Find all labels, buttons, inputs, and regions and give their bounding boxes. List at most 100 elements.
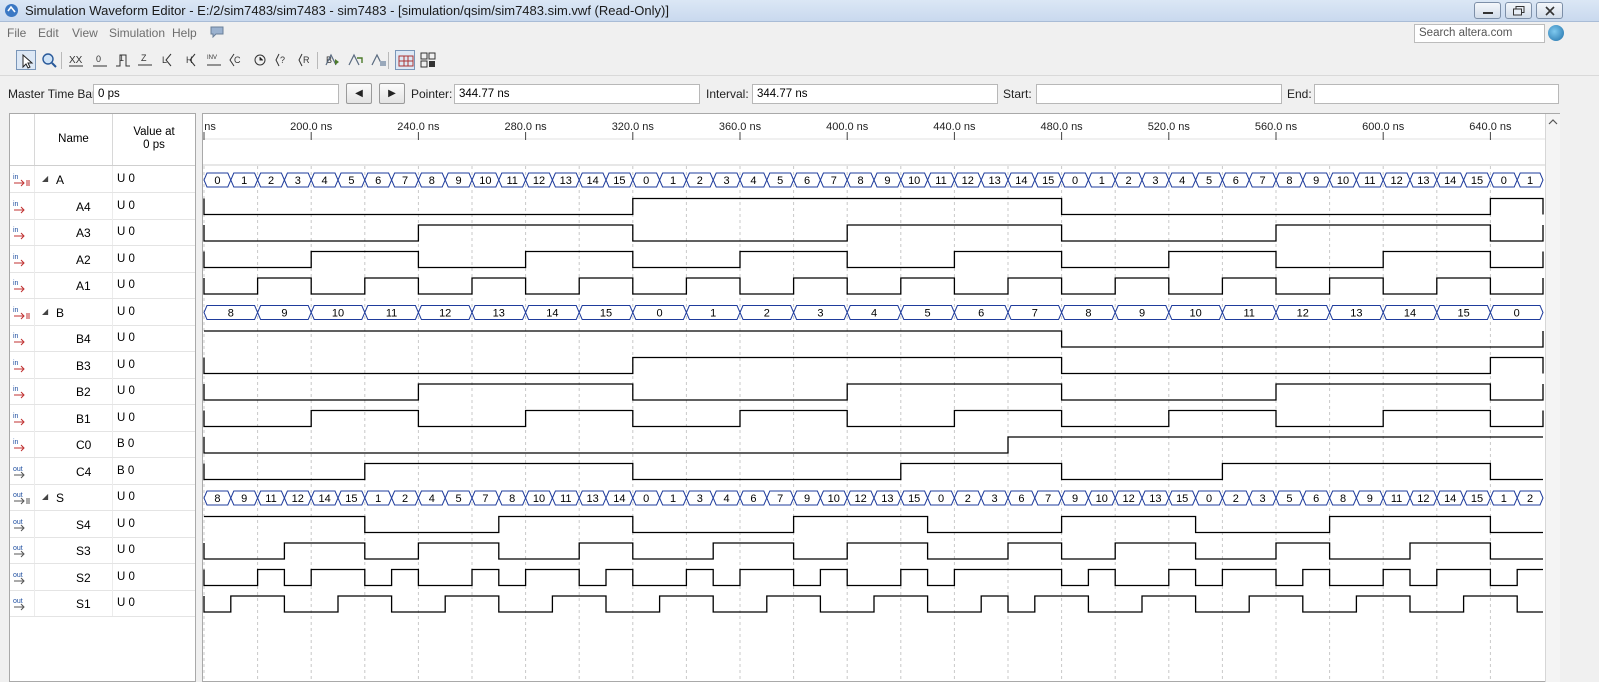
zoom-tool-button[interactable] bbox=[39, 50, 59, 70]
bus-value-label: 12 bbox=[1390, 175, 1402, 187]
bus-value-label: 1 bbox=[375, 493, 381, 505]
waveform-B[interactable]: 8 9 10 11 12 13 14 15 0 1 2 3 4 5 6 7 8 9 10 11 12 13 14 15 0 bbox=[203, 305, 1544, 320]
waveform-S3[interactable] bbox=[203, 542, 1543, 560]
signal-row[interactable]: out ◢ S U 0 bbox=[10, 484, 195, 511]
collapse-icon[interactable]: ◢ bbox=[42, 174, 48, 183]
forcing-unknown-button[interactable]: XX bbox=[66, 50, 86, 70]
generate-netlist-button[interactable] bbox=[368, 50, 388, 70]
signal-row[interactable]: out S3 U 0 bbox=[10, 537, 195, 564]
random-values-button[interactable]: ? bbox=[273, 50, 293, 70]
app-icon bbox=[5, 4, 18, 17]
signal-name: S4 bbox=[76, 517, 91, 532]
forcing-low-button[interactable]: 0 bbox=[90, 50, 110, 70]
count-value-icon: C bbox=[229, 53, 241, 67]
signal-row[interactable]: in C0 B 0 bbox=[10, 431, 195, 458]
menu-file[interactable]: File bbox=[7, 26, 26, 40]
signal-row[interactable]: in B2 U 0 bbox=[10, 378, 195, 405]
invert-icon: INV bbox=[207, 55, 221, 66]
vertical-scrollbar[interactable] bbox=[1545, 114, 1560, 682]
signal-row[interactable]: in B4 U 0 bbox=[10, 325, 195, 352]
signal-row[interactable]: in ◢ A U 0 bbox=[10, 166, 195, 193]
signal-trace bbox=[203, 197, 1544, 216]
waveform-C0[interactable] bbox=[203, 436, 1543, 454]
scroll-up-icon[interactable] bbox=[1546, 116, 1560, 128]
high-impedance-button[interactable]: Z bbox=[135, 50, 155, 70]
waveform-A4[interactable] bbox=[203, 197, 1544, 216]
menu-view[interactable]: View bbox=[72, 26, 98, 40]
pointer-field[interactable]: 344.77 ns bbox=[454, 84, 700, 104]
signal-row[interactable]: in A3 U 0 bbox=[10, 219, 195, 246]
menu-simulation[interactable]: Simulation bbox=[109, 26, 165, 40]
menu-help[interactable]: Help bbox=[172, 26, 197, 40]
waveform-A[interactable]: 0 1 2 3 4 5 6 7 8 9 10 11 12 13 14 15 0 1 2 3 4 5 6 7 8 9 10 11 12 13… bbox=[203, 172, 1544, 188]
waveform-C4[interactable] bbox=[203, 462, 1543, 481]
bus-value-label: 8 bbox=[858, 175, 864, 187]
waveform-A3[interactable] bbox=[203, 224, 1544, 242]
waveform-canvas[interactable]: .0 ns200.0 ns240.0 ns280.0 ns320.0 ns360… bbox=[203, 114, 1560, 682]
signal-row[interactable]: out S2 U 0 bbox=[10, 563, 195, 591]
timeline-label: 320.0 ns bbox=[612, 121, 655, 133]
bus-value-label: 15 bbox=[613, 175, 625, 187]
collapse-icon[interactable]: ◢ bbox=[42, 492, 48, 501]
signal-row[interactable]: in A4 U 0 bbox=[10, 192, 195, 220]
bus-value-label: 14 bbox=[1404, 308, 1416, 320]
waveform-B2[interactable] bbox=[203, 383, 1544, 401]
start-field[interactable] bbox=[1036, 84, 1282, 104]
waveform-B4[interactable] bbox=[204, 330, 1544, 348]
master-time-bar-field[interactable]: 0 ps bbox=[93, 84, 339, 104]
signal-row[interactable]: in A2 U 0 bbox=[10, 245, 195, 273]
waveform-A1[interactable] bbox=[203, 277, 1544, 295]
bus-value-label: 13 bbox=[560, 175, 572, 187]
minimize-button[interactable] bbox=[1474, 2, 1501, 19]
svg-text:in: in bbox=[13, 333, 19, 340]
waveform-S1[interactable] bbox=[203, 595, 1543, 613]
invert-button[interactable]: INV bbox=[204, 50, 224, 70]
waveform-A2[interactable] bbox=[203, 250, 1544, 269]
globe-icon[interactable] bbox=[1548, 25, 1564, 41]
previous-transition-button[interactable]: ◀ bbox=[346, 83, 372, 104]
signal-row[interactable]: out S1 U 0 bbox=[10, 590, 195, 617]
waveform-panel[interactable]: .0 ns200.0 ns240.0 ns280.0 ns320.0 ns360… bbox=[202, 113, 1560, 682]
name-column-header[interactable]: Name bbox=[35, 114, 113, 165]
bus-value-label: 15 bbox=[345, 493, 357, 505]
signal-row[interactable]: in B3 U 0 bbox=[10, 351, 195, 379]
signal-row[interactable]: out C4 B 0 bbox=[10, 457, 195, 485]
value-column-header[interactable]: Value at 0 ps bbox=[113, 126, 195, 152]
next-transition-button[interactable]: ▶ bbox=[379, 83, 405, 104]
weak-high-button[interactable]: H bbox=[182, 50, 202, 70]
end-field[interactable] bbox=[1314, 84, 1559, 104]
menu-edit[interactable]: Edit bbox=[38, 26, 59, 40]
bus-value-label: 5 bbox=[456, 493, 462, 505]
search-input[interactable]: Search altera.com bbox=[1414, 24, 1545, 43]
signal-row[interactable]: in B1 U 0 bbox=[10, 404, 195, 432]
signal-row[interactable]: out S4 U 0 bbox=[10, 510, 195, 538]
input-pin-icon: in bbox=[13, 201, 25, 213]
snap-to-grid-button[interactable] bbox=[395, 50, 415, 70]
run-functional-button[interactable] bbox=[322, 50, 342, 70]
output-pin-icon: out bbox=[13, 545, 25, 558]
count-value-button[interactable]: C bbox=[227, 50, 247, 70]
collapse-icon[interactable]: ◢ bbox=[42, 307, 48, 316]
selection-tool-button[interactable] bbox=[16, 50, 36, 70]
restore-button[interactable] bbox=[1505, 2, 1532, 19]
bus-value-label: 9 bbox=[1313, 175, 1319, 187]
waveform-S4[interactable] bbox=[204, 515, 1543, 534]
bus-value-label: 6 bbox=[375, 175, 381, 187]
signal-row[interactable]: in A1 U 0 bbox=[10, 272, 195, 299]
interval-field[interactable]: 344.77 ns bbox=[752, 84, 998, 104]
forcing-high-button[interactable]: 1 bbox=[113, 50, 133, 70]
arbitrary-value-button[interactable]: R bbox=[296, 50, 316, 70]
bus-value-label: 6 bbox=[978, 308, 984, 320]
waveform-S[interactable]: 8 9 11 12 14 15 1 2 4 5 7 8 10 11 13 14 0 1 3 4 6 7 9 10 12 13 15 0… bbox=[203, 490, 1544, 506]
signal-row[interactable]: in ◢ B U 0 bbox=[10, 298, 195, 326]
weak-low-button[interactable]: L bbox=[158, 50, 178, 70]
snap-to-transitions-button[interactable] bbox=[418, 50, 438, 70]
close-button[interactable] bbox=[1536, 2, 1563, 19]
overwrite-clock-button[interactable] bbox=[250, 50, 270, 70]
waveform-B1[interactable] bbox=[203, 409, 1544, 428]
run-timing-button[interactable] bbox=[345, 50, 365, 70]
help-chat-icon[interactable] bbox=[210, 26, 224, 38]
waveform-B3[interactable] bbox=[203, 356, 1544, 375]
waveform-S2[interactable] bbox=[203, 568, 1543, 587]
signal-value: U 0 bbox=[117, 544, 135, 556]
